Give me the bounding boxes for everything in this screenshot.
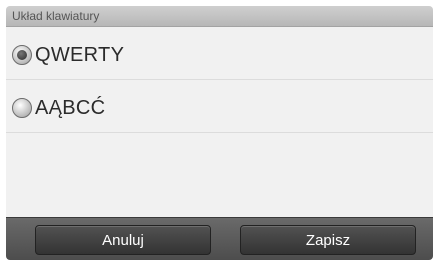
keyboard-layout-dialog: Układ klawiatury QWERTY AĄBCĆ Anuluj Zap… — [6, 6, 433, 260]
layout-options-list: QWERTY AĄBCĆ — [6, 27, 433, 217]
option-label: QWERTY — [35, 43, 125, 66]
radio-unselected-icon[interactable] — [12, 98, 32, 118]
radio-dot — [17, 50, 27, 60]
cancel-button[interactable]: Anuluj — [35, 225, 211, 255]
divider — [6, 132, 433, 133]
title-bar: Układ klawiatury — [6, 6, 433, 27]
radio-selected-icon[interactable] — [12, 45, 32, 65]
dialog-title: Układ klawiatury — [12, 9, 100, 23]
button-bar: Anuluj Zapisz — [6, 217, 433, 260]
option-aabcc[interactable]: AĄBCĆ — [6, 83, 433, 133]
option-label: AĄBCĆ — [35, 96, 106, 119]
option-qwerty[interactable]: QWERTY — [6, 30, 433, 80]
save-button[interactable]: Zapisz — [240, 225, 416, 255]
divider — [6, 79, 433, 80]
